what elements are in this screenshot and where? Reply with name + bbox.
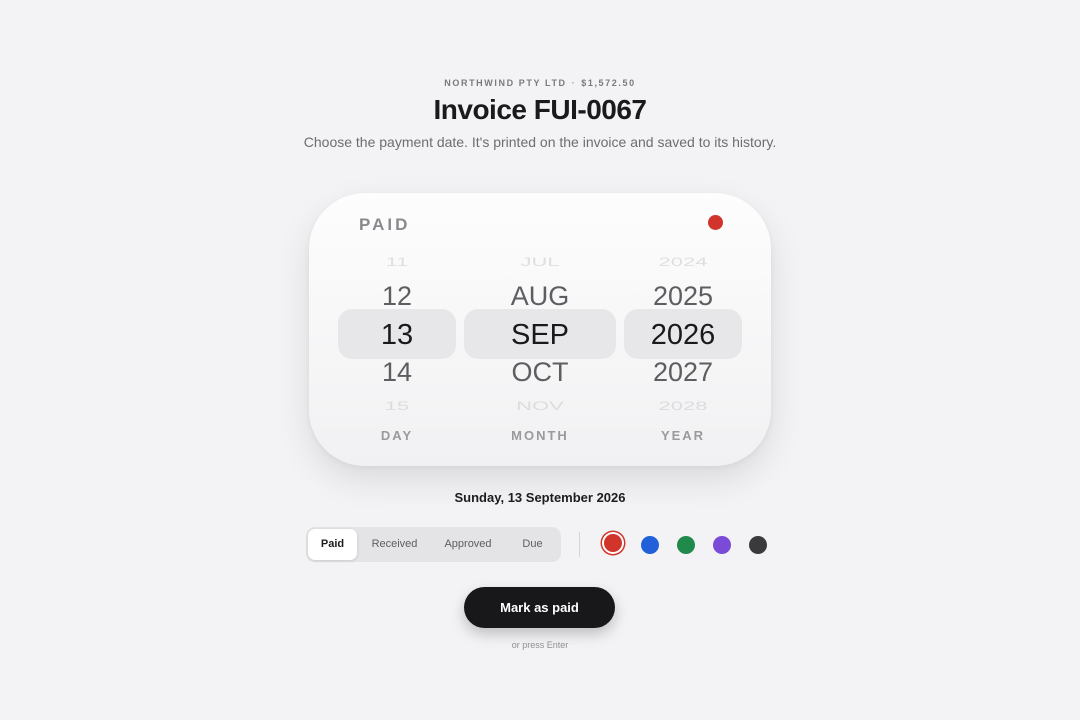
color-swatch-blue[interactable] [641, 536, 659, 554]
date-picker-card: PAID 11 12 13 14 15 JUL AUG SEP OCT NOV … [309, 193, 771, 466]
month-wheel[interactable]: JUL AUG SEP OCT NOV [464, 245, 616, 425]
month-option[interactable]: OCT [464, 359, 616, 386]
status-color-dot [708, 215, 723, 230]
year-option[interactable]: 2027 [624, 359, 742, 386]
day-option[interactable]: 14 [338, 359, 456, 386]
invoice-meta: NORTHWIND PTY LTD · $1,572.50 [0, 78, 1080, 88]
year-option[interactable]: 2025 [624, 283, 742, 310]
company-name: NORTHWIND PTY LTD [444, 78, 567, 88]
day-option[interactable]: 15 [338, 400, 456, 412]
day-option[interactable]: 12 [338, 283, 456, 310]
month-option[interactable]: JUL [464, 256, 616, 268]
day-column-label: DAY [380, 428, 414, 443]
mark-as-paid-button[interactable]: Mark as paid [464, 587, 615, 628]
month-option[interactable]: NOV [464, 400, 616, 412]
month-option[interactable]: AUG [464, 283, 616, 310]
header: NORTHWIND PTY LTD · $1,572.50 Invoice FUI-… [0, 78, 1080, 150]
color-swatch-green[interactable] [677, 536, 695, 554]
day-wheel[interactable]: 11 12 13 14 15 [338, 245, 456, 425]
status-tab-received[interactable]: Received [359, 529, 430, 560]
year-option[interactable]: 2028 [624, 400, 742, 412]
page-subtitle: Choose the payment date. It's printed on… [303, 134, 777, 150]
month-column-label: MONTH [511, 428, 569, 443]
invoice-payment-page: NORTHWIND PTY LTD · $1,572.50 Invoice FUI-… [0, 0, 1080, 720]
invoice-amount: $1,572.50 [581, 78, 636, 88]
color-swatch-charcoal[interactable] [749, 536, 767, 554]
year-column-label: YEAR [660, 428, 706, 443]
page-title: Invoice FUI-0067 [433, 94, 647, 125]
year-option[interactable]: 2024 [624, 256, 742, 268]
picker-status-label: PAID [359, 215, 411, 234]
month-option-selected[interactable]: SEP [464, 321, 616, 350]
status-tab-approved[interactable]: Approved [432, 529, 504, 560]
year-option-selected[interactable]: 2026 [624, 321, 742, 350]
color-swatch-red[interactable] [604, 534, 622, 552]
toolbar-divider [579, 532, 580, 557]
keyboard-hint: or press Enter [511, 640, 569, 650]
status-tab-due[interactable]: Due [506, 529, 559, 560]
year-wheel[interactable]: 2024 2025 2026 2027 2028 [624, 245, 742, 425]
selected-date-text: Sunday, 13 September 2026 [454, 490, 626, 505]
meta-separator: · [571, 78, 577, 88]
day-option[interactable]: 11 [338, 256, 456, 268]
day-option-selected[interactable]: 13 [338, 321, 456, 350]
color-swatch-purple[interactable] [713, 536, 731, 554]
status-tab-paid[interactable]: Paid [308, 529, 357, 560]
status-segmented-control: Paid Received Approved Due [306, 527, 561, 562]
